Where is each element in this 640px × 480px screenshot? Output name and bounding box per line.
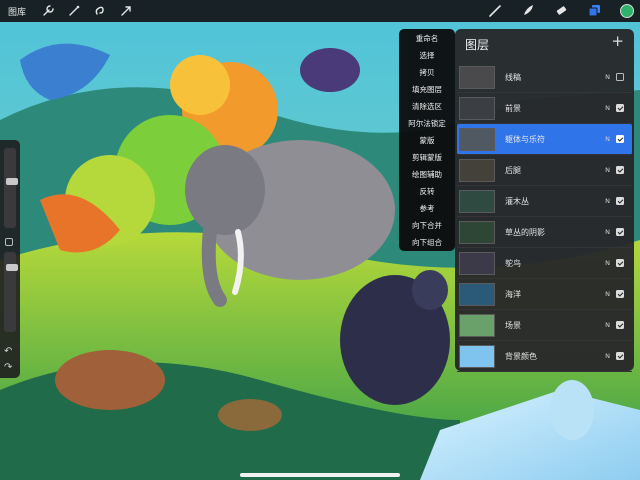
layer-name: 背景颜色 [505,351,537,361]
layer-name: 灌木丛 [505,196,529,206]
layer-thumbnail[interactable] [459,96,495,120]
layers-icon[interactable] [587,3,602,18]
layer-visibility-checkbox[interactable] [616,197,624,205]
selection-icon[interactable] [92,3,108,19]
layer-blend-mode[interactable]: N [590,197,610,205]
layer-thumbnail[interactable] [459,220,495,244]
menu-item-reference[interactable]: 参考 [399,200,455,217]
layer-thumbnail[interactable] [459,251,495,275]
menu-item-alpha-lock[interactable]: 阿尔法锁定 [399,115,455,132]
layer-visibility-checkbox[interactable] [616,228,624,236]
layer-name: 场景 [505,320,521,330]
layer-name: 躯体与乐符 [505,134,545,144]
eraser-icon[interactable] [554,3,569,18]
layer-row[interactable]: 场景 N [457,310,632,341]
layer-options-menu: 重命名 选择 拷贝 填充图层 清除选区 阿尔法锁定 蒙版 剪辑蒙版 绘图辅助 反… [399,29,455,251]
layer-row[interactable]: 后腿 N [457,155,632,186]
layer-blend-mode[interactable]: N [590,135,610,143]
elephant-head [185,145,265,235]
gorilla-head [412,270,448,310]
layer-blend-mode[interactable]: N [590,228,610,236]
opacity-thumb[interactable] [6,264,18,271]
layer-blend-mode[interactable]: N [590,321,610,329]
modify-button[interactable] [5,238,13,246]
layer-visibility-checkbox[interactable] [616,259,624,267]
brush-size-slider[interactable] [4,148,18,228]
layer-name: 鸵鸟 [505,258,521,268]
menu-item-drawing-assist[interactable]: 绘图辅助 [399,166,455,183]
layer-thumbnail[interactable] [459,282,495,306]
ostrich [300,48,360,92]
color-swatch[interactable] [620,3,634,18]
menu-item-clear[interactable]: 清除选区 [399,98,455,115]
layer-row[interactable]: 鸵鸟 N [457,248,632,279]
menu-item-rename[interactable]: 重命名 [399,30,455,47]
layer-row[interactable]: 海洋 N [457,279,632,310]
layer-name: 海洋 [505,289,521,299]
layer-blend-mode[interactable]: N [590,290,610,298]
penguin [550,380,594,440]
layer-thumbnail[interactable] [459,189,495,213]
layer-thumbnail[interactable] [459,65,495,89]
layer-visibility-checkbox[interactable] [616,290,624,298]
layer-row[interactable]: 前景 N [457,93,632,124]
layer-blend-mode[interactable]: N [590,73,610,81]
undo-icon[interactable]: ↶ [4,346,12,357]
turtle [218,399,282,431]
layer-row[interactable]: 草丛的阴影 N [457,217,632,248]
layer-thumbnail[interactable] [459,344,495,368]
layer-row[interactable]: 灌木丛 N [457,186,632,217]
menu-item-clipping-mask[interactable]: 剪辑蒙版 [399,149,455,166]
menu-item-select[interactable]: 选择 [399,47,455,64]
home-indicator[interactable] [240,473,400,477]
layer-row[interactable]: 线稿 N [457,62,632,93]
layer-name: 线稿 [505,72,521,82]
left-sidebar: ↶ ↷ [0,140,20,378]
layer-name: 草丛的阴影 [505,227,545,237]
layer-row[interactable]: 背景颜色 N [457,341,632,372]
top-toolbar: 图库 [0,0,640,22]
layer-visibility-checkbox[interactable] [616,73,624,81]
transform-arrow-icon[interactable] [118,3,134,19]
layer-blend-mode[interactable]: N [590,259,610,267]
redo-icon[interactable]: ↷ [4,362,12,373]
wrench-icon[interactable] [40,3,56,19]
layer-name: 前景 [505,103,521,113]
layer-visibility-checkbox[interactable] [616,321,624,329]
brush-icon[interactable] [488,3,503,18]
menu-item-invert[interactable]: 反转 [399,183,455,200]
gallery-button[interactable]: 图库 [8,5,30,18]
deer [55,350,165,410]
layers-panel-title: 图层 [465,38,490,52]
menu-item-fill-layer[interactable]: 填充图层 [399,81,455,98]
menu-item-mask[interactable]: 蒙版 [399,132,455,149]
magic-wand-icon[interactable] [66,3,82,19]
menu-item-copy[interactable]: 拷贝 [399,64,455,81]
layer-thumbnail[interactable] [459,313,495,337]
menu-item-combine-down[interactable]: 向下组合 [399,234,455,251]
opacity-slider[interactable] [4,252,18,332]
layer-visibility-checkbox[interactable] [616,135,624,143]
layer-visibility-checkbox[interactable] [616,166,624,174]
menu-item-merge-down[interactable]: 向下合并 [399,217,455,234]
layer-thumbnail[interactable] [459,158,495,182]
layer-blend-mode[interactable]: N [590,166,610,174]
layer-name: 后腿 [505,165,521,175]
layer-visibility-checkbox[interactable] [616,104,624,112]
tool-group [488,3,634,18]
yellow-tree [170,55,230,115]
layer-visibility-checkbox[interactable] [616,352,624,360]
layer-row[interactable]: 躯体与乐符 N [457,124,632,155]
layer-blend-mode[interactable]: N [590,104,610,112]
layer-blend-mode[interactable]: N [590,352,610,360]
layer-thumbnail[interactable] [459,127,495,151]
smudge-icon[interactable] [521,3,536,18]
layers-panel: 图层 + 线稿 N 前景 N 躯体与乐符 N 后腿 N 灌木丛 N 草丛的阴影 N 鸵鸟 N 海洋 N 场景 N 背… [455,29,634,372]
brush-size-thumb[interactable] [6,178,18,185]
add-layer-button[interactable]: + [611,34,624,49]
